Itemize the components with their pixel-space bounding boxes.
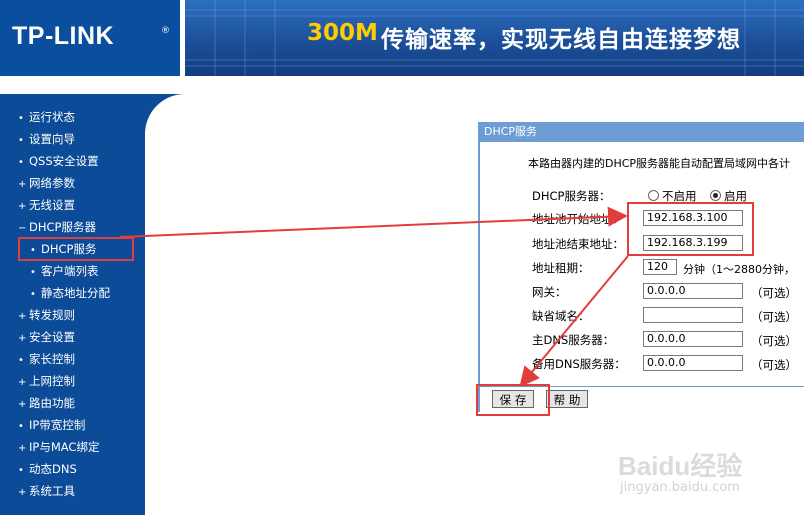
sidebar-item-label: 路由功能 [29, 396, 75, 410]
registered-mark: ® [161, 26, 170, 36]
bullet-icon: • [30, 245, 36, 256]
sidebar-item-dhcp-service[interactable]: • DHCP服务 [30, 240, 96, 258]
bullet-icon: • [18, 355, 24, 366]
sidebar-item-bandwidth[interactable]: • IP带宽控制 [18, 416, 85, 434]
sidebar-item-label: DHCP服务 [41, 242, 97, 256]
sidebar-item-label: 客户端列表 [41, 264, 99, 278]
gateway-input[interactable] [643, 283, 743, 299]
sidebar-item-label: 无线设置 [29, 198, 75, 212]
sidebar-item-ddns[interactable]: • 动态DNS [18, 460, 77, 478]
sidebar-item-static-address[interactable]: • 静态地址分配 [30, 284, 110, 302]
dns-primary-optional: （可选） [751, 334, 797, 348]
dns-backup-optional: （可选） [751, 358, 797, 372]
bullet-icon: • [18, 421, 24, 432]
dhcp-server-label: DHCP服务器： [532, 189, 611, 203]
sidebar-item-label: 运行状态 [29, 110, 75, 124]
radio-disable[interactable] [648, 190, 659, 201]
watermark-logo: Baidu经验 [618, 451, 743, 481]
sidebar-item-label: 设置向导 [29, 132, 75, 146]
sidebar-item-label: DHCP服务器 [29, 220, 96, 234]
sidebar-item-label: 动态DNS [29, 462, 77, 476]
sidebar-item-label: 转发规则 [29, 308, 75, 322]
slogan-text: 传输速率，实现无线自由连接梦想 [381, 27, 741, 53]
sidebar-item-wizard[interactable]: • 设置向导 [18, 130, 75, 148]
sidebar-item-label: 上网控制 [29, 374, 75, 388]
lease-label: 地址租期： [532, 261, 590, 275]
expand-icon: + [18, 333, 27, 344]
sidebar-item-security[interactable]: + 安全设置 [18, 328, 75, 346]
dns-backup-input[interactable] [643, 355, 743, 371]
save-highlight [476, 384, 550, 416]
sidebar-item-routing[interactable]: + 路由功能 [18, 394, 75, 412]
sidebar-item-status[interactable]: • 运行状态 [18, 108, 75, 126]
brand-logo: TP-LINK [12, 22, 115, 50]
collapse-icon: − [18, 223, 27, 234]
dns-primary-input[interactable] [643, 331, 743, 347]
sidebar-item-label: IP带宽控制 [29, 418, 86, 432]
panel-title: DHCP服务 [478, 122, 804, 142]
sidebar-item-client-list[interactable]: • 客户端列表 [30, 262, 99, 280]
gateway-optional: （可选） [751, 286, 797, 300]
expand-icon: + [18, 377, 27, 388]
expand-icon: + [18, 311, 27, 322]
bullet-icon: • [18, 135, 24, 146]
lease-input[interactable] [643, 259, 677, 275]
expand-icon: + [18, 443, 27, 454]
dns-primary-label: 主DNS服务器： [532, 333, 615, 347]
sidebar-item-label: 家长控制 [29, 352, 75, 366]
sidebar-item-label: 静态地址分配 [41, 286, 110, 300]
domain-label: 缺省域名： [532, 309, 590, 323]
bullet-icon: • [18, 465, 24, 476]
sidebar-item-label: 系统工具 [29, 484, 75, 498]
gateway-label: 网关： [532, 285, 567, 299]
panel-description: 本路由器内建的DHCP服务器能自动配置局域网中各计 [528, 157, 791, 170]
sidebar-item-label: 安全设置 [29, 330, 75, 344]
dns-backup-label: 备用DNS服务器： [532, 357, 626, 371]
sidebar-item-label: QSS安全设置 [29, 154, 99, 168]
header-banner: 300M 传输速率，实现无线自由连接梦想 [185, 0, 804, 76]
help-button[interactable]: 帮 助 [546, 390, 588, 408]
bullet-icon: • [18, 113, 24, 124]
sidebar-item-network[interactable]: + 网络参数 [18, 174, 75, 192]
sidebar-item-access-control[interactable]: + 上网控制 [18, 372, 75, 390]
sidebar-item-forwarding[interactable]: + 转发规则 [18, 306, 75, 324]
address-pool-highlight [627, 202, 754, 256]
watermark-site: jingyan.baidu.com [620, 480, 740, 495]
expand-icon: + [18, 201, 27, 212]
sidebar-item-label: IP与MAC绑定 [29, 440, 100, 454]
sidebar-item-qss[interactable]: • QSS安全设置 [18, 152, 99, 170]
sidebar-item-label: 网络参数 [29, 176, 75, 190]
radio-enable[interactable] [710, 190, 721, 201]
bullet-icon: • [30, 289, 36, 300]
sidebar-item-parental[interactable]: • 家长控制 [18, 350, 75, 368]
expand-icon: + [18, 179, 27, 190]
bullet-icon: • [30, 267, 36, 278]
pool-start-label: 地址池开始地址： [532, 212, 624, 226]
bullet-icon: • [18, 157, 24, 168]
lease-unit: 分钟（1～2880分钟， [683, 263, 795, 276]
domain-optional: （可选） [751, 310, 797, 324]
sidebar-item-wireless[interactable]: + 无线设置 [18, 196, 75, 214]
sidebar-item-system-tools[interactable]: + 系统工具 [18, 482, 75, 500]
pool-end-label: 地址池结束地址： [532, 237, 624, 251]
brand-logo-area: TP-LINK ® [0, 0, 183, 76]
expand-icon: + [18, 399, 27, 410]
sidebar-item-dhcp-server[interactable]: − DHCP服务器 [18, 218, 96, 236]
slogan-speed: 300M [307, 20, 378, 46]
sidebar-item-ip-mac-binding[interactable]: + IP与MAC绑定 [18, 438, 99, 456]
header-divider [0, 76, 804, 94]
expand-icon: + [18, 487, 27, 498]
content-corner [145, 94, 225, 174]
domain-input[interactable] [643, 307, 743, 323]
